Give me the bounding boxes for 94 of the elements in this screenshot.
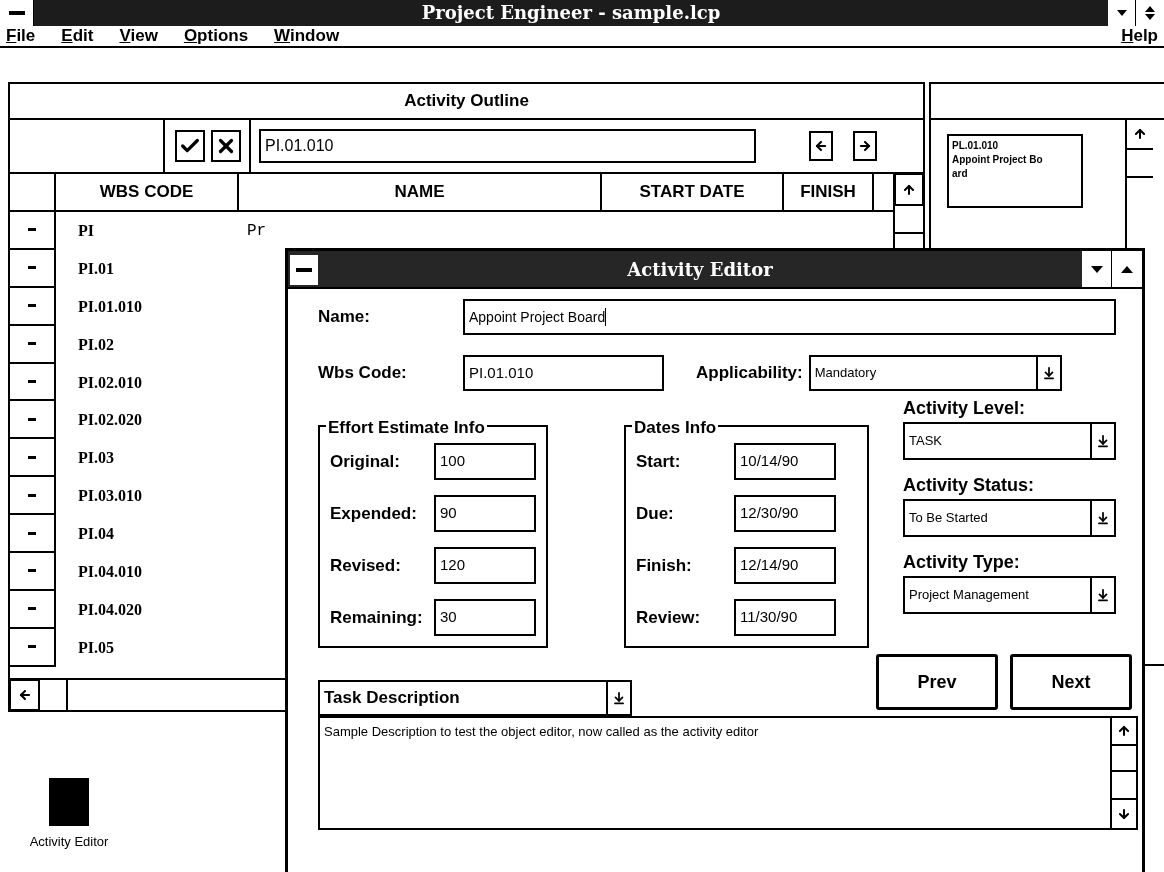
field-label: Original: [330, 450, 401, 473]
nav-button[interactable]: Prev [876, 654, 998, 710]
collapse-button[interactable] [10, 477, 56, 516]
table-cell-text: PI.02 [77, 334, 115, 355]
input-field[interactable]: 120 [434, 547, 536, 584]
input-field[interactable]: 12/30/90 [734, 495, 836, 532]
collapse-button[interactable] [10, 287, 56, 326]
collapse-button[interactable] [10, 212, 56, 250]
field-label: Applicability: [696, 362, 803, 385]
field-label: Review: [636, 606, 702, 629]
wbs-field[interactable]: PI.01.010 [463, 355, 664, 391]
minimize-button[interactable] [1108, 0, 1136, 26]
node-text: PL.01.010 [952, 139, 1000, 153]
scroll-left-button[interactable] [809, 131, 833, 161]
table-cell-text: Pr [246, 220, 268, 242]
field-label: Wbs Code: [318, 362, 408, 385]
node-text: Appoint Project Bo [952, 153, 1044, 167]
field-label: Activity Level: [903, 397, 1027, 420]
arrow-left-icon [814, 139, 828, 153]
collapse-button[interactable] [10, 439, 56, 478]
field-label: Expended: [330, 502, 418, 525]
collapse-button[interactable] [10, 363, 56, 402]
table-cell-text: PI.05 [77, 637, 115, 658]
field-label: Remaining: [330, 606, 424, 629]
field-label: Revised: [330, 554, 402, 577]
column-header: NAME [239, 174, 602, 210]
down-triangle-icon [1116, 10, 1127, 16]
table-cell-text: PI.01.010 [77, 296, 143, 317]
restore-button[interactable] [1136, 0, 1164, 26]
table-cell-text: PI.03.010 [77, 486, 143, 507]
scroll-left-button[interactable] [10, 680, 40, 710]
collapse-button[interactable] [10, 325, 56, 364]
applicability-dropdown[interactable]: Mandatory [808, 355, 1062, 391]
input-field[interactable]: 90 [434, 495, 536, 532]
table-cell-text: PI.04 [77, 524, 115, 545]
arrow-up-icon [1133, 127, 1147, 141]
system-menu-button[interactable] [290, 255, 318, 285]
field-label: Activity Type: [903, 551, 1021, 574]
activity-node[interactable]: PL.01.010 Appoint Project Bo ard [947, 134, 1083, 208]
window-title: Activity Outline [404, 90, 529, 113]
name-field[interactable]: Appoint Project Board [463, 299, 1116, 335]
menu-item[interactable]: Edit [61, 26, 94, 46]
collapse-button[interactable] [10, 590, 56, 629]
menu-item[interactable]: File [6, 26, 36, 46]
code-field[interactable]: PI.01.010 [259, 129, 756, 163]
description-dropdown[interactable]: Task Description [318, 680, 632, 716]
table-cell-text: PI.01 [77, 258, 115, 279]
scroll-up-button[interactable] [895, 174, 923, 206]
field-label: Activity Status: [903, 474, 1036, 497]
column-header: WBS CODE [56, 174, 239, 210]
field-label: Due: [636, 502, 675, 525]
dropdown-field[interactable]: To Be Started [903, 499, 1116, 537]
column-header: START DATE [602, 174, 784, 210]
table-cell-text: PI.04.010 [77, 561, 143, 582]
minimize-button[interactable] [1082, 251, 1112, 287]
table-cell-text: PI.04.020 [77, 599, 143, 620]
table-cell-text: PI.03 [77, 448, 115, 469]
table-cell-text: PI [77, 220, 95, 241]
node-text: ard [952, 167, 969, 181]
collapse-button[interactable] [10, 515, 56, 553]
table-cell-text: PI.02.020 [77, 410, 143, 431]
icon-label[interactable]: Activity Editor [29, 832, 109, 852]
down-triangle-icon [1090, 265, 1103, 273]
confirm-button[interactable] [175, 130, 205, 162]
window-title: Activity Editor [626, 258, 774, 282]
up-down-triangle-icon [1145, 6, 1155, 20]
menu-item[interactable]: View [119, 26, 158, 46]
arrow-right-icon [858, 139, 872, 153]
up-triangle-icon [1121, 265, 1133, 273]
nav-button[interactable]: Next [1010, 654, 1132, 710]
input-field[interactable]: 10/14/90 [734, 443, 836, 480]
collapse-button[interactable] [10, 401, 56, 440]
field-label: Name: [318, 306, 371, 329]
input-field[interactable]: 12/14/90 [734, 547, 836, 584]
column-header: FINISH [784, 174, 874, 210]
dropdown-field[interactable]: Project Management [903, 576, 1116, 614]
menu-item[interactable]: Options [183, 26, 249, 46]
field-label: Start: [636, 450, 682, 473]
window-title: Project Engineer - sample.lcp [420, 1, 722, 25]
system-menu-button[interactable] [0, 0, 34, 26]
field-label: Finish: [636, 554, 693, 577]
input-field[interactable]: 11/30/90 [734, 599, 836, 636]
collapse-button[interactable] [10, 553, 56, 591]
collapse-button[interactable] [10, 628, 56, 667]
collapse-button[interactable] [10, 249, 56, 288]
input-field[interactable]: 30 [434, 599, 536, 636]
scroll-right-button[interactable] [853, 131, 877, 161]
dropdown-field[interactable]: TASK [903, 422, 1116, 460]
menu-item[interactable]: Help [1121, 26, 1158, 46]
cancel-button[interactable] [211, 130, 241, 162]
input-field[interactable]: 100 [434, 443, 536, 480]
menu-item[interactable]: Window [274, 26, 340, 46]
maximize-button[interactable] [1112, 251, 1142, 287]
table-cell-text: PI.02.010 [77, 372, 143, 393]
